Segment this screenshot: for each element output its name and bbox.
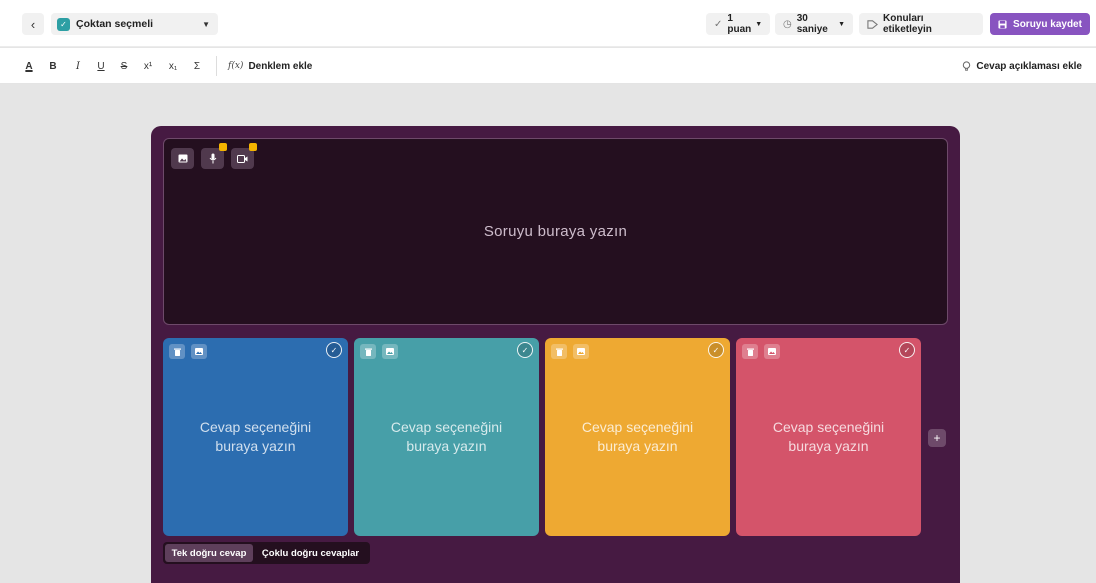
check-icon: ✓ <box>712 345 720 355</box>
mark-correct-toggle[interactable]: ✓ <box>708 342 724 358</box>
add-image-button[interactable] <box>171 148 194 169</box>
function-icon: f(x) <box>228 61 244 71</box>
bold-button[interactable]: B <box>46 58 60 74</box>
tag-icon <box>867 19 878 30</box>
answer-mode-toggle: Tek doğru cevap Çoklu doğru cevaplar <box>163 542 370 564</box>
video-icon <box>237 154 248 163</box>
trash-icon <box>173 348 181 356</box>
check-icon: ✓ <box>521 345 529 355</box>
single-correct-option[interactable]: Tek doğru cevap <box>165 544 253 562</box>
floppy-disk-icon <box>998 19 1007 29</box>
add-equation-label: Denklem ekle <box>248 60 313 72</box>
mark-correct-toggle[interactable]: ✓ <box>326 342 342 358</box>
delete-answer-button[interactable] <box>169 344 185 359</box>
question-type-select[interactable]: ✓ Çoktan seçmeli ▼ <box>51 13 218 35</box>
save-question-button[interactable]: Soruyu kaydet <box>990 13 1090 35</box>
mark-correct-toggle[interactable]: ✓ <box>517 342 533 358</box>
add-audio-button[interactable] <box>201 143 227 169</box>
caret-down-icon: ▼ <box>202 19 210 29</box>
chevron-left-icon: ‹ <box>30 16 36 32</box>
checklist-icon: ✓ <box>57 17 70 31</box>
tag-topics-button[interactable]: Konuları etiketleyin <box>859 13 983 35</box>
delete-answer-button[interactable] <box>742 344 758 359</box>
delete-answer-button[interactable] <box>360 344 376 359</box>
top-bar: ‹ ✓ Çoktan seçmeli ▼ ✓ 1 puan ▼ ◷ 30 san… <box>0 0 1096 47</box>
image-icon <box>178 154 188 163</box>
question-placeholder: Soruyu buraya yazın <box>483 223 628 240</box>
caret-down-icon: ▼ <box>838 20 845 28</box>
plus-icon: + <box>933 431 941 445</box>
time-label: 30 saniye <box>796 13 828 35</box>
back-button[interactable]: ‹ <box>22 13 44 35</box>
image-icon <box>386 348 394 355</box>
answer-option-4[interactable]: Cevap seçeneğini buraya yazın ✓ <box>736 338 921 536</box>
answer-placeholder: Cevap seçeneğini buraya yazın <box>199 419 312 454</box>
mark-correct-toggle[interactable]: ✓ <box>899 342 915 358</box>
question-input[interactable]: Soruyu buraya yazın <box>163 138 948 325</box>
answer-placeholder: Cevap seçeneğini buraya yazın <box>390 419 503 454</box>
delete-answer-button[interactable] <box>551 344 567 359</box>
tag-topics-label: Konuları etiketleyin <box>883 13 932 35</box>
check-icon: ✓ <box>330 345 338 355</box>
symbol-button[interactable]: Σ <box>190 58 204 74</box>
question-type-label: Çoktan seçmeli <box>76 18 154 30</box>
save-question-label: Soruyu kaydet <box>1013 18 1082 30</box>
toolbar-divider <box>216 56 217 76</box>
add-video-button[interactable] <box>231 143 257 169</box>
microphone-icon <box>209 153 217 164</box>
answer-image-button[interactable] <box>382 344 398 359</box>
answer-image-button[interactable] <box>573 344 589 359</box>
points-select[interactable]: ✓ 1 puan ▼ <box>706 13 770 35</box>
formatting-toolbar: A B I U S x¹ x₁ Σ f(x) Denklem ekle Ceva… <box>0 48 1096 84</box>
trash-icon <box>364 348 372 356</box>
image-icon <box>195 348 203 355</box>
italic-button[interactable]: I <box>71 58 85 74</box>
premium-badge-icon <box>249 143 257 151</box>
text-color-button[interactable]: A <box>22 58 36 74</box>
strikethrough-button[interactable]: S <box>117 58 131 74</box>
image-icon <box>768 348 776 355</box>
check-icon: ✓ <box>714 18 723 30</box>
superscript-button[interactable]: x¹ <box>140 58 156 74</box>
answer-option-1[interactable]: Cevap seçeneğini buraya yazın ✓ <box>163 338 348 536</box>
trash-icon <box>555 348 563 356</box>
question-editor: Soruyu buraya yazın Cevap seçeneğini bur… <box>151 126 960 583</box>
answer-option-2[interactable]: Cevap seçeneğini buraya yazın ✓ <box>354 338 539 536</box>
image-icon <box>577 348 585 355</box>
add-answer-button[interactable]: + <box>928 429 946 447</box>
answer-image-button[interactable] <box>191 344 207 359</box>
answer-image-button[interactable] <box>764 344 780 359</box>
trash-icon <box>746 348 754 356</box>
premium-badge-icon <box>219 143 227 151</box>
add-explanation-button[interactable]: Cevap açıklaması ekle <box>962 58 1082 74</box>
multiple-correct-option[interactable]: Çoklu doğru cevaplar <box>253 544 368 562</box>
answer-placeholder: Cevap seçeneğini buraya yazın <box>581 419 694 454</box>
add-equation-button[interactable]: f(x) Denklem ekle <box>228 58 312 74</box>
answer-placeholder: Cevap seçeneğini buraya yazın <box>772 419 885 454</box>
lightbulb-icon <box>962 60 971 72</box>
time-select[interactable]: ◷ 30 saniye ▼ <box>775 13 853 35</box>
points-label: 1 puan <box>727 13 752 35</box>
underline-button[interactable]: U <box>94 58 108 74</box>
subscript-button[interactable]: x₁ <box>165 58 181 74</box>
caret-down-icon: ▼ <box>755 20 763 28</box>
clock-icon: ◷ <box>783 18 792 30</box>
add-explanation-label: Cevap açıklaması ekle <box>976 60 1082 72</box>
check-icon: ✓ <box>903 345 911 355</box>
answer-option-3[interactable]: Cevap seçeneğini buraya yazın ✓ <box>545 338 730 536</box>
